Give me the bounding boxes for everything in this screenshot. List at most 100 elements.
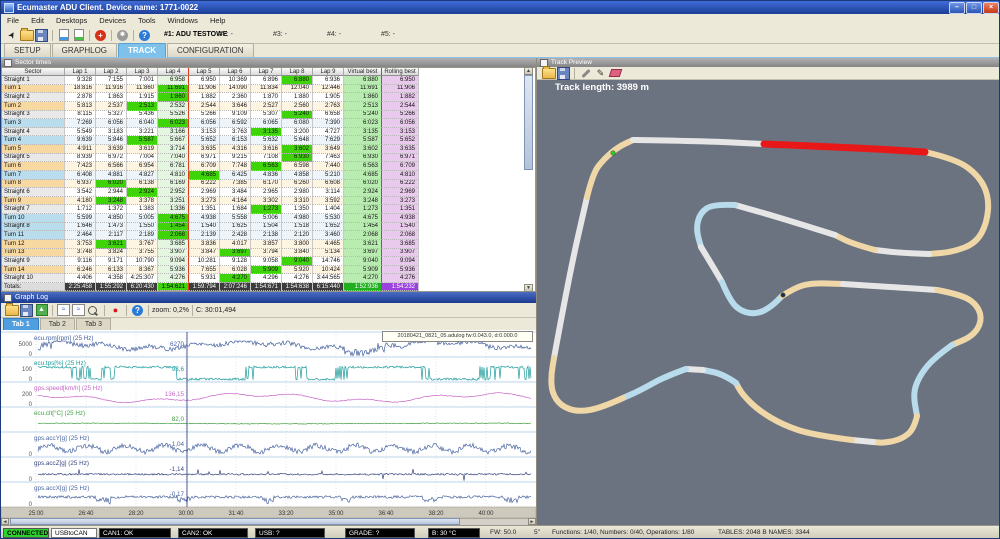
sector-row[interactable]: Straight 22:8781:8631:9151:8601:8822:360… — [2, 93, 535, 102]
graph-tab-3[interactable]: Tab 3 — [76, 318, 111, 330]
sector-row[interactable]: Straight 45:5493:1833:2213:1663:1533:763… — [2, 128, 535, 137]
lap-time-cell: 14:746 — [313, 257, 344, 266]
close-button[interactable]: × — [983, 2, 999, 14]
lap-time-cell: 1:336 — [158, 205, 189, 214]
sector-row[interactable]: Turn 146:2466:1338:3675:9367:6556:0285:9… — [2, 266, 535, 275]
sector-row[interactable]: Turn 25:8132:5372:5132:5322:5443:6462:52… — [2, 102, 535, 111]
lap-time-cell: 1:882 — [189, 93, 220, 102]
cursor-button[interactable]: ➤ — [4, 28, 19, 42]
track-map[interactable] — [537, 80, 1000, 525]
help-button[interactable]: ? — [137, 28, 152, 42]
lap-time-cell: 2:527 — [251, 102, 282, 111]
flag-blue-button[interactable] — [56, 28, 71, 42]
lap-time-cell: 5:909 — [251, 266, 282, 275]
sector-row[interactable]: Straight 104:4064:3584:25:3074:2765:9314… — [2, 274, 535, 283]
graph-scroll-thumb[interactable] — [10, 518, 460, 525]
device-slot-2[interactable]: #2: - — [219, 31, 233, 38]
device-slot-4[interactable]: #4: - — [327, 31, 341, 38]
sector-row[interactable]: Turn 123:7533:6213:7673:6853:8364:0173:8… — [2, 240, 535, 249]
menu-file[interactable]: File — [1, 16, 25, 25]
open-button[interactable] — [541, 66, 556, 80]
lap-time-cell: 5:005 — [127, 214, 158, 223]
export-button[interactable]: ▲ — [34, 303, 49, 317]
sector-row[interactable]: Straight 19:3287:1557:0016:9586:95010:36… — [2, 76, 535, 85]
lap-time-cell: 4:276 — [282, 274, 313, 283]
menu-devices[interactable]: Devices — [93, 16, 132, 25]
graph-scroll-left[interactable]: ◄ — [1, 518, 9, 525]
flag-green-button[interactable] — [71, 28, 86, 42]
sector-row[interactable]: Straight 71:7121:3721:3831:3361:3511:684… — [2, 205, 535, 214]
rolling-best-cell: 6:056 — [382, 119, 419, 128]
virtual-best-cell: 6:020 — [344, 180, 382, 189]
lap-time-cell: 4:727 — [313, 128, 344, 137]
menu-edit[interactable]: Edit — [25, 16, 50, 25]
pencil-button[interactable]: ✎ — [593, 66, 608, 80]
row-filler — [419, 205, 535, 214]
sector-row[interactable]: Turn 118:81611:91611:86011:69111:90614:0… — [2, 85, 535, 94]
lap-time-cell: 7:155 — [96, 76, 127, 85]
graph-plot[interactable]: ecu.rpm[rpm] (25 Hz)500006270ecu.tps[%] … — [1, 330, 536, 518]
sector-row[interactable]: Straight 99:1169:17110:7909:09410:2819:1… — [2, 257, 535, 266]
time-tick: 40:00 — [478, 511, 494, 517]
sector-row[interactable]: Turn 112:4642:1172:1892:0682:1392:4282:1… — [2, 231, 535, 240]
lap-time-cell: 3:800 — [282, 240, 313, 249]
record-button[interactable]: ● — [108, 303, 123, 317]
lap-time-cell: 6:781 — [158, 162, 189, 171]
lap-time-cell: 4:827 — [127, 171, 158, 180]
menu-help[interactable]: Help — [204, 16, 231, 25]
graph-panel-header: Graph Log — [1, 292, 536, 303]
sector-row[interactable]: Straight 63:5422:9442:9242:9522:9693:484… — [2, 188, 535, 197]
chart-button[interactable]: ≈ — [71, 303, 86, 317]
device-slot-3[interactable]: #3: - — [273, 31, 287, 38]
chart-button[interactable]: ≈ — [56, 303, 71, 317]
graph-tab-1[interactable]: Tab 1 — [3, 318, 39, 330]
cursor-value: 93,6 — [172, 366, 185, 373]
sector-row[interactable]: Turn 105:5994:8505:0054:6754:9385:5585:0… — [2, 214, 535, 223]
add-device-button[interactable]: + — [93, 28, 108, 42]
lap-time-cell: 2:980 — [282, 188, 313, 197]
open-button[interactable] — [19, 28, 34, 42]
zoom-button[interactable] — [86, 303, 101, 317]
sector-scroll-up[interactable]: ▲ — [524, 67, 533, 75]
save-button[interactable] — [34, 28, 49, 42]
menu-windows[interactable]: Windows — [162, 16, 204, 25]
sector-row[interactable]: Straight 58:9396:9727:0047:0406:9719:215… — [2, 154, 535, 163]
sector-row[interactable]: Straight 81:6461:4731:5501:4541:5401:625… — [2, 223, 535, 232]
maximize-button[interactable]: □ — [966, 2, 982, 14]
sector-row[interactable]: Turn 54:9113:6393:6193:7143:6354:3163:61… — [2, 145, 535, 154]
wrench-button[interactable] — [578, 66, 593, 80]
sector-scroll-down[interactable]: ▼ — [524, 284, 533, 292]
graph-scroll-right[interactable]: ► — [528, 518, 536, 525]
track-segment-silver — [852, 440, 873, 442]
sector-row[interactable]: Turn 67:4236:5666:9546:7816:7097:7486:56… — [2, 162, 535, 171]
sector-name-cell: Turn 6 — [2, 162, 65, 171]
lap-time-cell: 4:25:307 — [127, 274, 158, 283]
tab-setup[interactable]: SETUP — [4, 43, 51, 57]
save-button[interactable] — [556, 66, 571, 80]
sector-scroll-thumb[interactable] — [524, 75, 533, 170]
menu-tools[interactable]: Tools — [132, 16, 162, 25]
help-button[interactable]: ? — [130, 303, 145, 317]
tab-graphlog[interactable]: GRAPHLOG — [52, 43, 117, 57]
eraser-button[interactable] — [608, 66, 623, 80]
lap-time-cell: 3:836 — [189, 240, 220, 249]
device-slot-1[interactable]: #1: ADU TESTOWE — [164, 31, 227, 38]
sector-row[interactable]: Turn 49:6395:8465:5875:6675:6526:1535:63… — [2, 136, 535, 145]
lap-time-cell: 3:310 — [282, 197, 313, 206]
minimize-button[interactable]: – — [949, 2, 965, 14]
sector-row[interactable]: Turn 76:4084:8814:8274:8104:6856:4254:83… — [2, 171, 535, 180]
sector-row[interactable]: Straight 38:1155:3275:4365:5265:2669:109… — [2, 111, 535, 120]
sector-row[interactable]: Turn 94:1803:2483:3783:2513:2734:1643:30… — [2, 197, 535, 206]
sector-row[interactable]: Turn 133:7483:8243:7553:9073:8473:6973:7… — [2, 249, 535, 258]
device-slot-5[interactable]: #5: - — [381, 31, 395, 38]
sector-row[interactable]: Turn 86:9376:0206:1386:1696:2227:3856:17… — [2, 180, 535, 189]
open-button[interactable] — [4, 303, 19, 317]
tab-configuration[interactable]: CONFIGURATION — [167, 43, 254, 57]
lap-time-cell: 6:065 — [251, 119, 282, 128]
sector-row[interactable]: Turn 37:2696:0566:0406:0236:0566:5926:06… — [2, 119, 535, 128]
graph-tab-2[interactable]: Tab 2 — [40, 318, 75, 330]
tab-track[interactable]: TRACK — [118, 43, 166, 57]
settings-button[interactable]: ✱ — [115, 28, 130, 42]
save-button[interactable] — [19, 303, 34, 317]
menu-desktops[interactable]: Desktops — [50, 16, 93, 25]
